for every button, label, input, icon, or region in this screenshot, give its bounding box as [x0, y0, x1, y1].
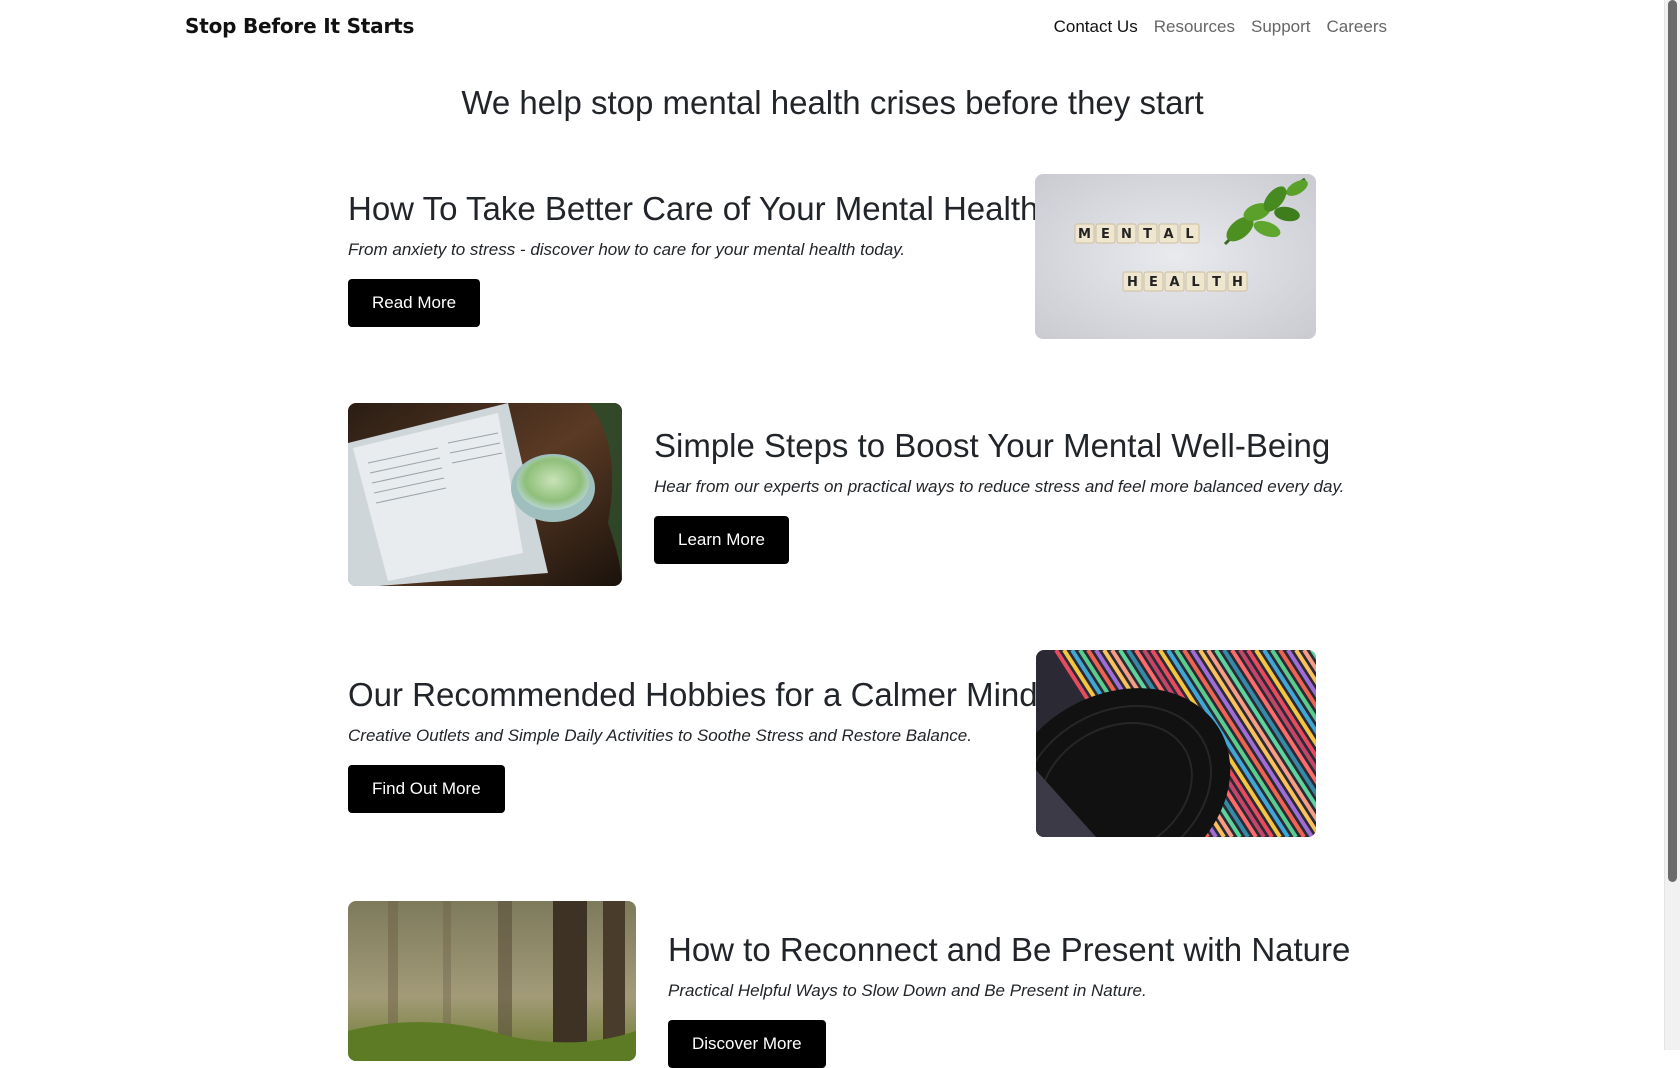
feature-title: Simple Steps to Boost Your Mental Well-B… [654, 427, 1331, 464]
letter-tile-text: T [1143, 227, 1152, 242]
letter-tile-text: E [1149, 275, 1158, 290]
discover-more-button[interactable]: Discover More [668, 1020, 826, 1068]
feature-mental-wellbeing: Simple Steps to Boost Your Mental Well-B… [654, 427, 1344, 564]
feature-hobbies: Our Recommended Hobbies for a Calmer Min… [348, 676, 1038, 813]
brand-logo[interactable]: Stop Before It Starts [185, 14, 414, 38]
letter-tile-text: L [1191, 275, 1199, 290]
mental-health-tiles-image: MENTAL HEALTH [1035, 174, 1316, 339]
feature-nature: How to Reconnect and Be Present with Nat… [668, 931, 1350, 1068]
letter-tile-text: T [1212, 275, 1221, 290]
letter-tile-text: E [1101, 227, 1110, 242]
page-scrollbar[interactable] [1664, 0, 1680, 1050]
vinyl-records-image [1036, 650, 1316, 837]
feature-subtitle: Hear from our experts on practical ways … [654, 477, 1345, 496]
feature-title: How To Take Better Care of Your Mental H… [348, 190, 1039, 227]
nav-contact-us[interactable]: Contact Us [1054, 17, 1138, 37]
feature-mental-health-care: How To Take Better Care of Your Mental H… [348, 190, 1038, 327]
find-out-more-button[interactable]: Find Out More [348, 765, 505, 813]
main-nav: Contact Us Resources Support Careers [1054, 17, 1387, 37]
feature-title: How to Reconnect and Be Present with Nat… [668, 931, 1351, 968]
letter-tile-text: A [1169, 275, 1179, 290]
learn-more-button[interactable]: Learn More [654, 516, 789, 564]
letter-tile-text: A [1163, 227, 1173, 242]
letter-tile-text: H [1232, 275, 1243, 290]
nav-resources[interactable]: Resources [1154, 17, 1235, 37]
letter-tile-text: L [1185, 227, 1193, 242]
letter-tile-text: H [1127, 275, 1138, 290]
letter-tile-text: M [1078, 227, 1091, 242]
misty-forest-image [348, 901, 636, 1061]
book-and-tea-image [348, 403, 622, 586]
feature-subtitle: Creative Outlets and Simple Daily Activi… [348, 726, 972, 745]
feature-title: Our Recommended Hobbies for a Calmer Min… [348, 676, 1038, 713]
read-more-button[interactable]: Read More [348, 279, 481, 327]
hero-title: We help stop mental health crises before… [461, 84, 1204, 121]
feature-subtitle: Practical Helpful Ways to Slow Down and … [668, 981, 1147, 1000]
letter-tile-text: N [1121, 227, 1132, 242]
nav-support[interactable]: Support [1251, 17, 1311, 37]
feature-subtitle: From anxiety to stress - discover how to… [348, 240, 906, 259]
scrollbar-thumb[interactable] [1668, 0, 1677, 882]
nav-careers[interactable]: Careers [1327, 17, 1387, 37]
